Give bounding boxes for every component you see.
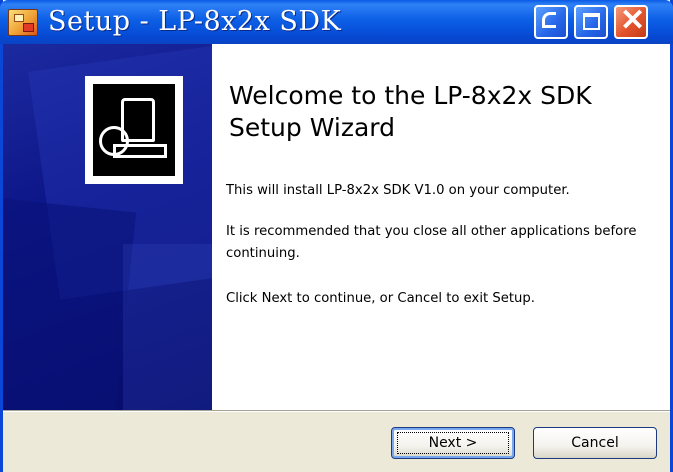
banner-decoration — [3, 196, 137, 411]
banner-decoration — [123, 244, 212, 411]
wizard-heading: Welcome to the LP-8x2x SDK Setup Wizard — [229, 81, 592, 142]
install-info-text: This will install LP-8x2x SDK V1.0 on yo… — [226, 183, 570, 198]
minimize-icon — [542, 12, 556, 28]
wizard-banner — [3, 44, 212, 411]
close-icon: ✕ — [620, 4, 646, 37]
cancel-button-label: Cancel — [571, 435, 619, 451]
window-title: Setup - LP-8x2x SDK — [48, 6, 342, 37]
maximize-icon — [583, 13, 600, 30]
maximize-button[interactable] — [574, 5, 608, 39]
recommendation-text: It is recommended that you close all oth… — [226, 224, 637, 261]
next-button[interactable]: Next > — [391, 427, 515, 459]
instruction-text: Click Next to continue, or Cancel to exi… — [226, 291, 535, 306]
setup-computer-icon — [85, 76, 183, 184]
app-icon[interactable] — [8, 9, 38, 36]
setup-window: Setup - LP-8x2x SDK ✕ Welcome to the LP-… — [0, 0, 673, 472]
close-button[interactable]: ✕ — [614, 4, 648, 39]
cancel-button[interactable]: Cancel — [533, 427, 657, 459]
title-bar[interactable]: Setup - LP-8x2x SDK ✕ — [0, 0, 673, 44]
button-bar: Next > Cancel — [3, 412, 670, 472]
minimize-button[interactable] — [534, 5, 568, 39]
